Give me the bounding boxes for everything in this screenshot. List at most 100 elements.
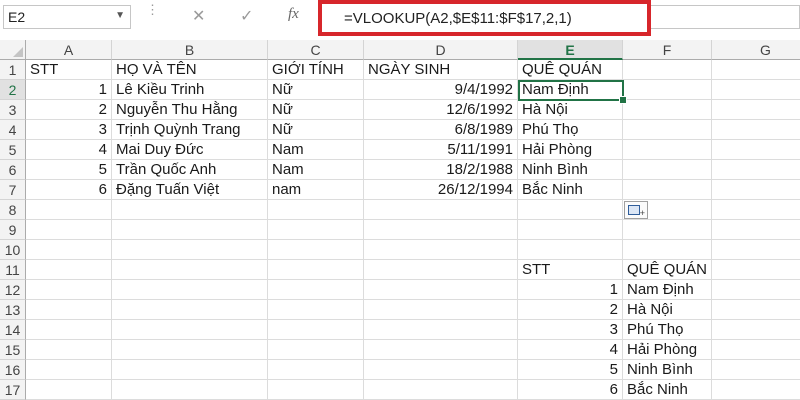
cell[interactable] <box>112 280 268 300</box>
cell[interactable] <box>364 280 518 300</box>
cell[interactable] <box>364 200 518 220</box>
stt-cell[interactable]: 6 <box>26 180 112 200</box>
cell[interactable] <box>112 320 268 340</box>
cell[interactable] <box>623 220 712 240</box>
name-cell[interactable]: Mai Duy Đức <box>112 140 268 160</box>
cell[interactable] <box>623 140 712 160</box>
cell[interactable] <box>112 360 268 380</box>
drag-handle-icon[interactable]: ⋮ <box>146 3 159 27</box>
stt-cell[interactable]: 1 <box>26 80 112 100</box>
cell[interactable] <box>268 340 364 360</box>
row-header-9[interactable]: 9 <box>0 220 26 240</box>
cell[interactable] <box>112 340 268 360</box>
column-header-e[interactable]: E <box>518 40 623 60</box>
lookup-stt-cell[interactable]: 1 <box>518 280 623 300</box>
formula-input-extension[interactable] <box>651 5 800 29</box>
formula-input[interactable]: =VLOOKUP(A2,$E$11:$F$17,2,1) <box>318 0 651 36</box>
cell[interactable] <box>712 160 800 180</box>
cell[interactable] <box>268 320 364 340</box>
row-header-5[interactable]: 5 <box>0 140 26 160</box>
cell[interactable] <box>268 300 364 320</box>
row-header-2[interactable]: 2 <box>0 80 26 100</box>
cell[interactable] <box>364 300 518 320</box>
cell[interactable] <box>26 340 112 360</box>
cell[interactable] <box>26 360 112 380</box>
cell[interactable] <box>26 280 112 300</box>
dob-cell[interactable]: 9/4/1992 <box>364 80 518 100</box>
cell[interactable] <box>268 360 364 380</box>
dob-cell[interactable]: 6/8/1989 <box>364 120 518 140</box>
cell[interactable] <box>712 60 800 80</box>
cell[interactable] <box>112 240 268 260</box>
gender-cell[interactable]: nam <box>268 180 364 200</box>
row-header-16[interactable]: 16 <box>0 360 26 380</box>
cell[interactable] <box>364 260 518 280</box>
select-all-corner[interactable] <box>0 40 26 60</box>
lookup-hometown-cell[interactable]: Phú Thọ <box>623 320 712 340</box>
dob-cell[interactable]: 5/11/1991 <box>364 140 518 160</box>
cell[interactable] <box>712 380 800 400</box>
cell[interactable] <box>26 220 112 240</box>
stt-cell[interactable]: 2 <box>26 100 112 120</box>
gender-cell[interactable]: Nữ <box>268 100 364 120</box>
cell[interactable] <box>623 100 712 120</box>
lookup-hometown-cell[interactable]: Hải Phòng <box>623 340 712 360</box>
row-header-11[interactable]: 11 <box>0 260 26 280</box>
hometown-cell[interactable]: Phú Thọ <box>518 120 623 140</box>
row-header-17[interactable]: 17 <box>0 380 26 400</box>
cell[interactable] <box>26 380 112 400</box>
header-dob[interactable]: NGÀY SINH <box>364 60 518 80</box>
cell[interactable] <box>268 220 364 240</box>
name-box[interactable]: E2 ▼ <box>3 5 131 29</box>
cell[interactable] <box>712 200 800 220</box>
cell[interactable] <box>112 380 268 400</box>
dob-cell[interactable]: 12/6/1992 <box>364 100 518 120</box>
cell[interactable] <box>268 280 364 300</box>
cell[interactable] <box>712 260 800 280</box>
stt-cell[interactable]: 4 <box>26 140 112 160</box>
dob-cell[interactable]: 26/12/1994 <box>364 180 518 200</box>
dob-cell[interactable]: 18/2/1988 <box>364 160 518 180</box>
gender-cell[interactable]: Nữ <box>268 120 364 140</box>
row-header-3[interactable]: 3 <box>0 100 26 120</box>
cell[interactable] <box>268 200 364 220</box>
hometown-cell[interactable]: Ninh Bình <box>518 160 623 180</box>
cell[interactable] <box>364 240 518 260</box>
paste-options-icon[interactable]: + <box>624 201 648 219</box>
stt-cell[interactable]: 5 <box>26 160 112 180</box>
cell[interactable] <box>712 100 800 120</box>
cell[interactable] <box>112 300 268 320</box>
cell[interactable] <box>364 220 518 240</box>
cell[interactable] <box>26 240 112 260</box>
name-cell[interactable]: Trần Quốc Anh <box>112 160 268 180</box>
row-header-8[interactable]: 8 <box>0 200 26 220</box>
hometown-cell[interactable]: Hà Nội <box>518 100 623 120</box>
cell[interactable] <box>623 80 712 100</box>
lookup-hometown-cell[interactable]: Bắc Ninh <box>623 380 712 400</box>
column-header-d[interactable]: D <box>364 40 518 60</box>
gender-cell[interactable]: Nam <box>268 160 364 180</box>
header-stt[interactable]: STT <box>26 60 112 80</box>
cell[interactable] <box>712 240 800 260</box>
cell[interactable] <box>268 240 364 260</box>
cell[interactable] <box>712 120 800 140</box>
gender-cell[interactable]: Nữ <box>268 80 364 100</box>
cell[interactable] <box>364 380 518 400</box>
lookup-stt-cell[interactable]: 6 <box>518 380 623 400</box>
x-icon[interactable]: ✕ <box>192 6 205 26</box>
cell[interactable] <box>364 340 518 360</box>
active-cell-e2[interactable]: Nam Định <box>518 80 624 101</box>
cell[interactable] <box>112 220 268 240</box>
cell[interactable] <box>112 260 268 280</box>
row-header-12[interactable]: 12 <box>0 280 26 300</box>
row-header-10[interactable]: 10 <box>0 240 26 260</box>
cell[interactable] <box>518 220 623 240</box>
lookup-header-hometown[interactable]: QUÊ QUÁN <box>623 260 712 280</box>
header-hometown[interactable]: QUÊ QUÁN <box>518 60 623 80</box>
row-header-14[interactable]: 14 <box>0 320 26 340</box>
cell[interactable] <box>623 180 712 200</box>
cell[interactable] <box>112 200 268 220</box>
cell[interactable] <box>268 260 364 280</box>
cell[interactable] <box>712 180 800 200</box>
lookup-stt-cell[interactable]: 4 <box>518 340 623 360</box>
